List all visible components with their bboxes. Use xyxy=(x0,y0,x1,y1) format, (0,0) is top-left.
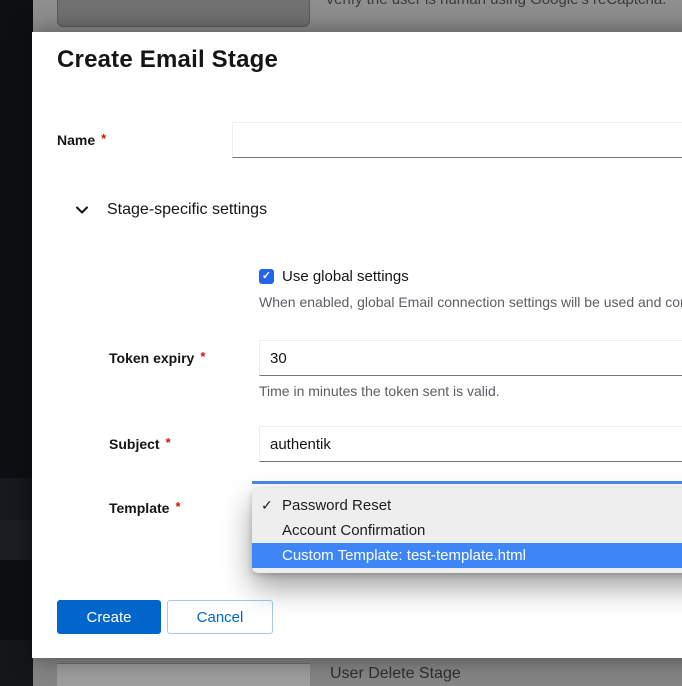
use-global-settings-checkbox[interactable]: ✓ xyxy=(259,269,274,284)
background-stage-name: User Delete Stage xyxy=(330,665,461,683)
background-stage-select-box xyxy=(57,0,310,27)
use-global-settings-label: Use global settings xyxy=(282,268,409,285)
token-expiry-label: Token expiry* xyxy=(109,350,205,366)
background-table-bottom: User Delete Stage xyxy=(33,658,682,686)
app-sidebar xyxy=(0,0,33,686)
modal-footer: Create Cancel xyxy=(57,600,273,634)
use-global-settings-helper: When enabled, global Email connection se… xyxy=(259,294,682,310)
create-email-stage-modal: Create Email Stage Name* Stage-specific … xyxy=(32,32,682,658)
section-label: Stage-specific settings xyxy=(107,201,267,219)
required-asterisk: * xyxy=(200,349,205,364)
required-asterisk: * xyxy=(166,435,171,450)
name-input[interactable] xyxy=(232,122,682,158)
background-stage-description: Verify the user is human using Google's … xyxy=(325,0,666,8)
token-expiry-helper: Time in minutes the token sent is valid. xyxy=(259,383,500,399)
create-button[interactable]: Create xyxy=(57,600,161,634)
token-expiry-form-row: Token expiry* xyxy=(32,340,682,376)
token-expiry-input[interactable] xyxy=(259,340,682,376)
background-table-cell xyxy=(57,663,310,686)
sidebar-section xyxy=(0,478,33,520)
template-select-focus-border[interactable] xyxy=(252,481,682,484)
sidebar-section xyxy=(0,520,33,560)
dropdown-option-password-reset[interactable]: ✓ Password Reset xyxy=(252,493,682,518)
required-asterisk: * xyxy=(175,499,180,514)
subject-label: Subject* xyxy=(109,436,171,452)
required-asterisk: * xyxy=(101,131,106,146)
name-label: Name* xyxy=(57,132,106,148)
subject-form-row: Subject* xyxy=(32,426,682,462)
check-icon: ✓ xyxy=(261,493,279,518)
subject-input[interactable] xyxy=(259,426,682,462)
dropdown-option-account-confirmation[interactable]: Account Confirmation xyxy=(252,518,682,543)
name-form-row: Name* xyxy=(57,122,682,158)
dropdown-option-custom-template[interactable]: Custom Template: test-template.html xyxy=(252,543,682,568)
chevron-down-icon xyxy=(75,203,89,217)
template-label: Template* xyxy=(109,500,181,516)
use-global-settings-row[interactable]: ✓ Use global settings xyxy=(259,268,409,285)
template-dropdown-menu: ✓ Password Reset Account Confirmation Cu… xyxy=(252,488,682,573)
cancel-button[interactable]: Cancel xyxy=(167,600,273,634)
background-table-top: Verify the user is human using Google's … xyxy=(33,0,682,32)
stage-specific-settings-toggle[interactable]: Stage-specific settings xyxy=(75,198,267,222)
modal-title: Create Email Stage xyxy=(57,46,278,74)
sidebar-section xyxy=(0,640,33,686)
